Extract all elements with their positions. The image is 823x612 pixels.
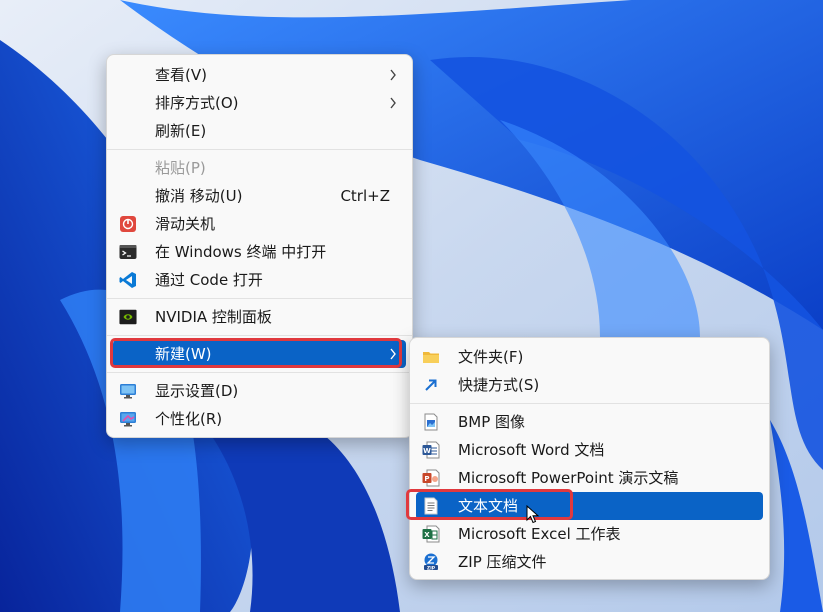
svg-text:W: W xyxy=(423,447,431,455)
menu-separator xyxy=(107,149,412,150)
menu-item-label: Microsoft Word 文档 xyxy=(458,441,605,459)
personalize-icon xyxy=(119,410,137,428)
vscode-icon xyxy=(119,271,137,289)
submenu-item-excel-worksheet[interactable]: X Microsoft Excel 工作表 xyxy=(416,520,763,548)
new-submenu: 文件夹(F) 快捷方式(S) BMP 图像 W Microsoft Word 文… xyxy=(406,337,770,580)
menu-item-label: 文本文档 xyxy=(458,497,519,515)
menu-item-label: 粘贴(P) xyxy=(155,159,206,177)
menu-item-paste: 粘贴(P) xyxy=(113,154,406,182)
menu-item-undo-move[interactable]: 撤消 移动(U) Ctrl+Z xyxy=(113,182,406,210)
menu-item-label: ZIP 压缩文件 xyxy=(458,553,547,571)
menu-item-sort-by[interactable]: 排序方式(O) xyxy=(113,89,406,117)
menu-item-personalize[interactable]: 个性化(R) xyxy=(113,405,406,433)
menu-separator xyxy=(107,298,412,299)
menu-item-label: NVIDIA 控制面板 xyxy=(155,308,272,326)
menu-item-label: 个性化(R) xyxy=(155,410,223,428)
nvidia-icon xyxy=(119,308,137,326)
display-icon xyxy=(119,382,137,400)
menu-item-display-settings[interactable]: 显示设置(D) xyxy=(113,377,406,405)
menu-item-label: 在 Windows 终端 中打开 xyxy=(155,243,327,261)
chevron-right-icon xyxy=(388,340,398,368)
menu-item-label: 滑动关机 xyxy=(155,215,216,233)
svg-text:P: P xyxy=(424,475,429,483)
menu-item-label: 文件夹(F) xyxy=(458,348,524,366)
menu-item-label: 刷新(E) xyxy=(155,122,207,140)
submenu-item-shortcut[interactable]: 快捷方式(S) xyxy=(416,371,763,399)
zip-icon: ZIP xyxy=(422,553,440,571)
desktop-context-menu: 查看(V) 排序方式(O) 刷新(E) 粘贴(P) 撤消 移动(U) Ctrl+… xyxy=(106,54,413,438)
submenu-item-bmp-image[interactable]: BMP 图像 xyxy=(416,408,763,436)
chevron-right-icon xyxy=(388,61,398,89)
powerpoint-icon: P xyxy=(422,469,440,487)
submenu-item-powerpoint-presentation[interactable]: P Microsoft PowerPoint 演示文稿 xyxy=(416,464,763,492)
menu-item-open-in-terminal[interactable]: 在 Windows 终端 中打开 xyxy=(113,238,406,266)
menu-item-new[interactable]: 新建(W) xyxy=(110,338,406,368)
menu-item-shortcut: Ctrl+Z xyxy=(340,187,390,205)
menu-item-label: 撤消 移动(U) xyxy=(155,187,243,205)
text-document-icon xyxy=(422,497,440,515)
menu-separator xyxy=(107,372,412,373)
menu-item-label: 查看(V) xyxy=(155,66,207,84)
menu-item-label: 排序方式(O) xyxy=(155,94,239,112)
menu-item-label: 显示设置(D) xyxy=(155,382,239,400)
svg-text:X: X xyxy=(424,531,430,539)
menu-item-label: 通过 Code 打开 xyxy=(155,271,263,289)
menu-item-nvidia-control-panel[interactable]: NVIDIA 控制面板 xyxy=(113,303,406,331)
excel-icon: X xyxy=(422,525,440,543)
submenu-item-word-document[interactable]: W Microsoft Word 文档 xyxy=(416,436,763,464)
mouse-pointer-icon xyxy=(526,505,540,524)
menu-separator xyxy=(107,335,412,336)
folder-icon xyxy=(422,348,440,366)
menu-item-view[interactable]: 查看(V) xyxy=(113,61,406,89)
menu-item-label: BMP 图像 xyxy=(458,413,526,431)
menu-item-label: Microsoft PowerPoint 演示文稿 xyxy=(458,469,679,487)
submenu-item-folder[interactable]: 文件夹(F) xyxy=(416,343,763,371)
submenu-item-text-document[interactable]: 文本文档 xyxy=(406,489,763,520)
menu-separator xyxy=(410,403,769,404)
menu-item-refresh[interactable]: 刷新(E) xyxy=(113,117,406,145)
chevron-right-icon xyxy=(388,89,398,117)
power-slide-icon xyxy=(119,215,137,233)
shortcut-arrow-icon xyxy=(422,376,440,394)
menu-item-open-with-code[interactable]: 通过 Code 打开 xyxy=(113,266,406,294)
bmp-image-icon xyxy=(422,413,440,431)
menu-item-label: Microsoft Excel 工作表 xyxy=(458,525,621,543)
menu-item-label: 新建(W) xyxy=(155,345,212,363)
svg-text:ZIP: ZIP xyxy=(427,565,436,571)
menu-item-label: 快捷方式(S) xyxy=(458,376,540,394)
terminal-icon xyxy=(119,243,137,261)
menu-item-slide-to-shutdown[interactable]: 滑动关机 xyxy=(113,210,406,238)
submenu-item-zip-archive[interactable]: ZIP ZIP 压缩文件 xyxy=(416,548,763,576)
word-icon: W xyxy=(422,441,440,459)
